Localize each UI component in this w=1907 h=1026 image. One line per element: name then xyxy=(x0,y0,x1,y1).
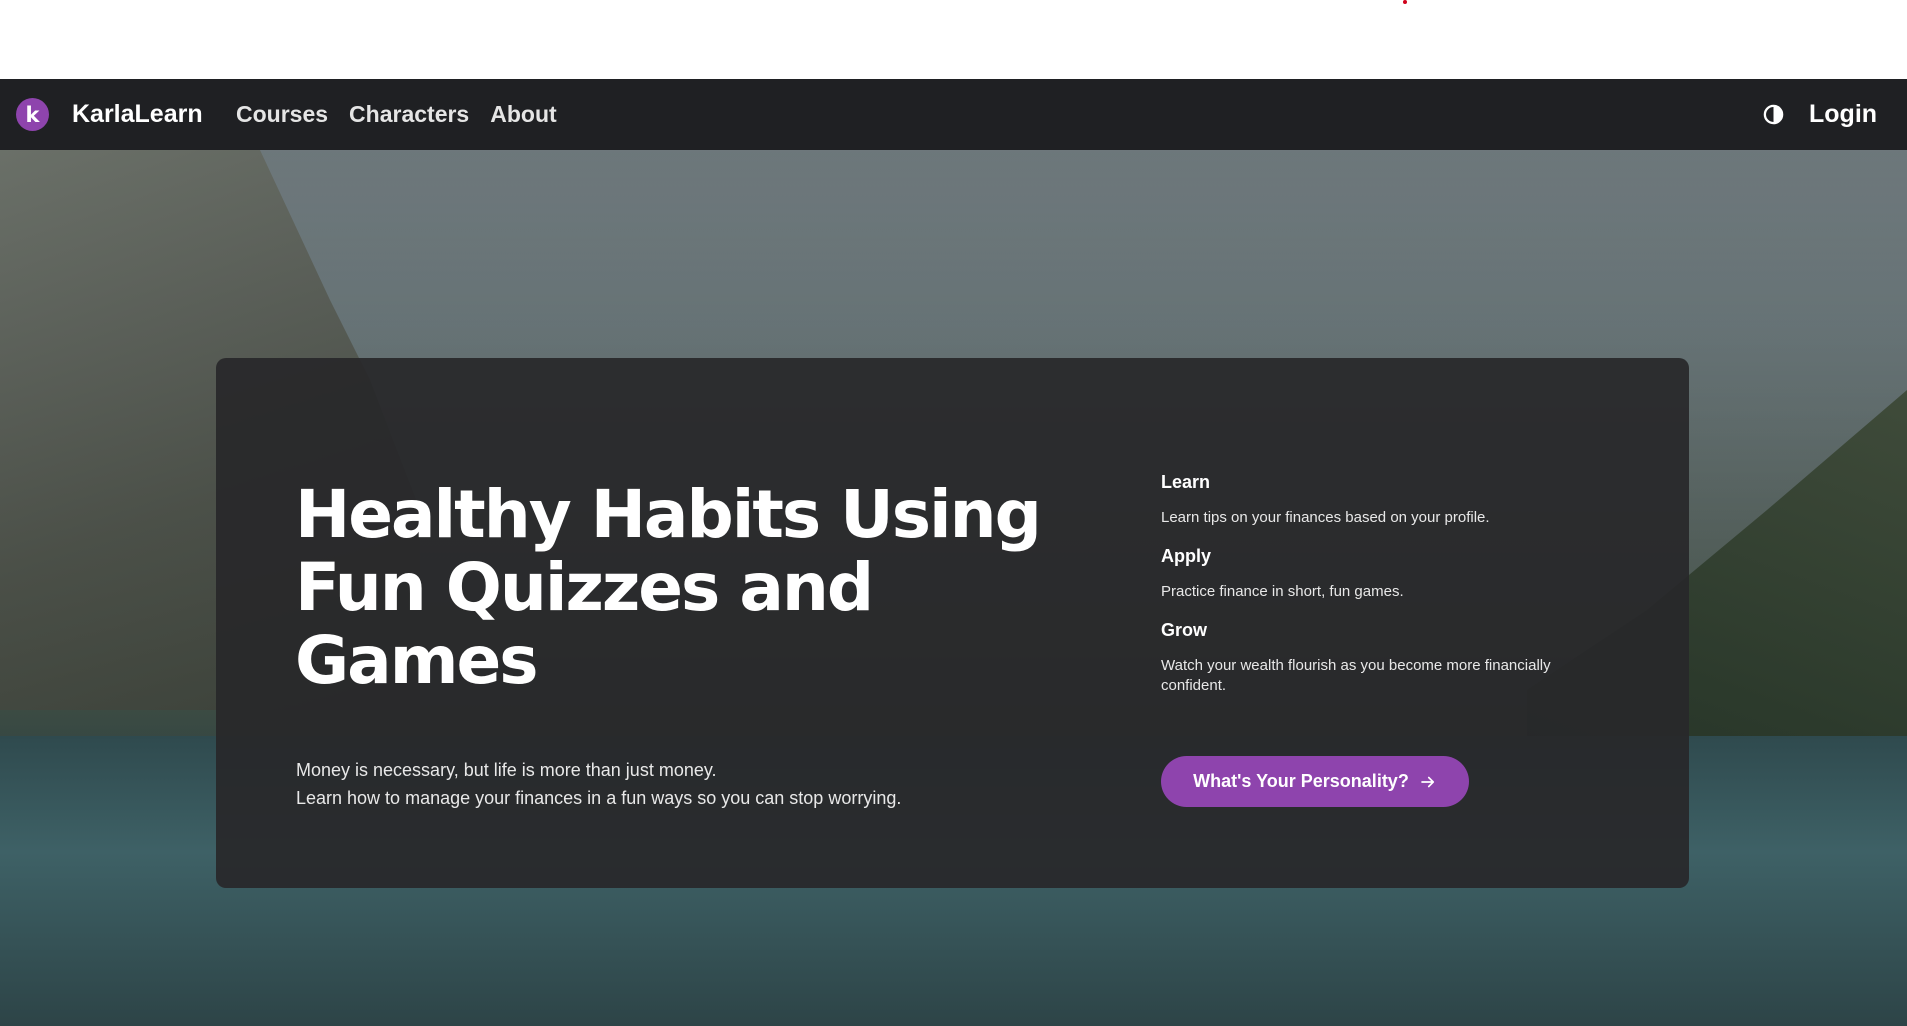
nav-links: Courses Characters About xyxy=(236,97,557,131)
login-button[interactable]: Login xyxy=(1809,97,1877,131)
feature-title-grow: Grow xyxy=(1161,620,1208,640)
brand-name[interactable]: KarlaLearn xyxy=(72,97,203,131)
contrast-icon[interactable] xyxy=(1762,103,1785,126)
nav-link-characters[interactable]: Characters xyxy=(349,97,469,131)
personality-quiz-label: What's Your Personality? xyxy=(1193,771,1409,791)
feature-desc-apply: Practice finance in short, fun games. xyxy=(1161,583,1404,600)
feature-list: Learn Learn tips on your finances based … xyxy=(1161,470,1581,712)
feature-title-apply: Apply xyxy=(1161,546,1212,566)
feature-title-learn: Learn xyxy=(1161,472,1211,492)
hero-headline: Healthy Habits Using Fun Quizzes and Gam… xyxy=(295,476,1042,699)
hero-section: Healthy Habits Using Fun Quizzes and Gam… xyxy=(0,150,1907,1026)
hero-card: Healthy Habits Using Fun Quizzes and Gam… xyxy=(216,358,1689,888)
nav-link-about[interactable]: About xyxy=(490,97,556,131)
arrow-right-icon xyxy=(1419,773,1437,791)
top-whitespace xyxy=(0,0,1907,79)
hero-subtext-line-1: Money is necessary, but life is more tha… xyxy=(296,760,717,780)
feature-desc-learn: Learn tips on your finances based on you… xyxy=(1161,509,1490,526)
hero-subtext-line-2: Learn how to manage your finances in a f… xyxy=(296,788,902,808)
nav-link-courses[interactable]: Courses xyxy=(236,97,328,131)
logo-badge[interactable]: k xyxy=(16,98,49,131)
hero-subtext: Money is necessary, but life is more tha… xyxy=(296,756,996,812)
cursor-marker xyxy=(1403,0,1407,4)
personality-quiz-button[interactable]: What's Your Personality? xyxy=(1161,756,1469,807)
navbar: k KarlaLearn Courses Characters About Lo… xyxy=(0,79,1907,150)
feature-desc-grow: Watch your wealth flourish as you become… xyxy=(1161,657,1551,694)
